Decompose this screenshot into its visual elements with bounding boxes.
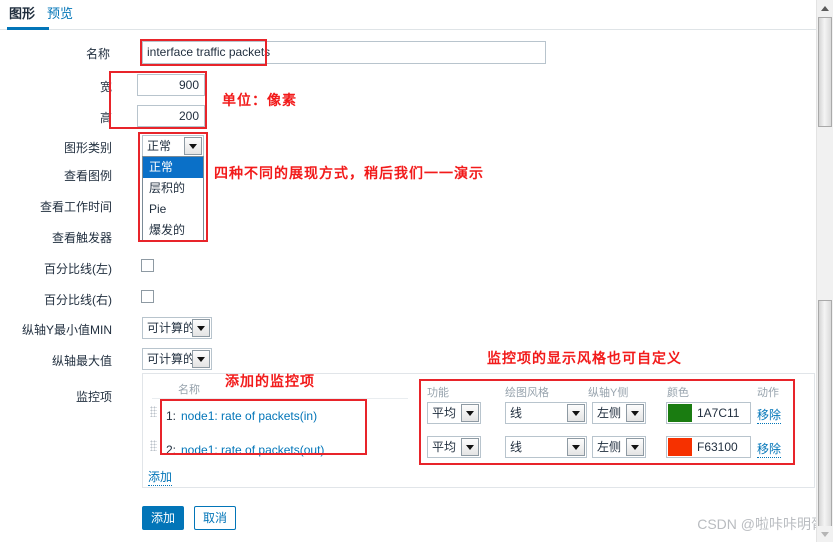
tab-preview-label: 预览 [47, 6, 74, 21]
chevron-down-icon[interactable] [192, 319, 210, 337]
tab-graph[interactable]: 图形 [7, 5, 49, 30]
show-worktime-label: 查看工作时间 [39, 200, 112, 214]
y-min-label: 纵轴Y最小值MIN [21, 323, 112, 337]
unit-annotation: 单位：像素 [222, 93, 297, 109]
style-annotation: 监控项的显示风格也可自定义 [487, 351, 682, 367]
vertical-scrollbar[interactable] [816, 0, 833, 542]
items-name-column-header: 名称 [178, 384, 200, 396]
percentile-left-checkbox[interactable] [141, 259, 154, 272]
tab-preview[interactable]: 预览 [47, 5, 73, 23]
y-min-value: 可计算的 [147, 321, 192, 335]
y-min-select[interactable]: 可计算的 [142, 317, 212, 339]
cancel-button[interactable]: 取消 [194, 506, 236, 530]
drag-handle-icon[interactable] [150, 406, 157, 417]
height-label: 高 [99, 111, 112, 125]
watermark: CSDN @啦咔咔明胥 [697, 516, 825, 532]
items-label: 监控项 [75, 390, 112, 404]
show-trigger-label: 查看触发器 [51, 231, 112, 245]
show-legend-label: 查看图例 [63, 169, 112, 183]
y-max-select[interactable]: 可计算的 [142, 348, 212, 370]
percentile-right-label: 百分比线(右) [44, 293, 112, 307]
scroll-up-arrow-icon[interactable] [817, 0, 833, 16]
scrollbar-thumb-lower[interactable] [818, 300, 832, 530]
y-max-label: 纵轴最大值 [51, 354, 112, 368]
graph-type-label: 图形类别 [63, 141, 112, 155]
graph-type-annotation: 四种不同的展现方式，稍后我们一一演示 [214, 166, 484, 182]
scrollbar-thumb[interactable] [818, 17, 832, 127]
style-highlight-box [419, 379, 795, 465]
tab-active-underline [7, 27, 49, 30]
name-label: 名称 [85, 47, 110, 61]
drag-handle-icon[interactable] [150, 440, 157, 451]
items-highlight-box [160, 399, 367, 455]
tab-graph-label: 图形 [9, 6, 36, 21]
percentile-right-checkbox[interactable] [141, 290, 154, 303]
chevron-down-icon[interactable] [192, 350, 210, 368]
percentile-left-label: 百分比线(左) [44, 262, 112, 276]
size-highlight-box [109, 71, 207, 129]
name-highlight-box [140, 39, 267, 66]
graph-type-highlight-box [138, 132, 208, 242]
scroll-down-arrow-icon[interactable] [817, 526, 833, 542]
submit-button[interactable]: 添加 [142, 506, 184, 530]
tab-bar: 图形 预览 [0, 0, 833, 30]
width-label: 宽 [99, 80, 112, 94]
y-max-value: 可计算的 [147, 352, 192, 366]
add-item-link[interactable]: 添加 [148, 469, 173, 486]
items-annotation: 添加的监控项 [225, 374, 315, 390]
